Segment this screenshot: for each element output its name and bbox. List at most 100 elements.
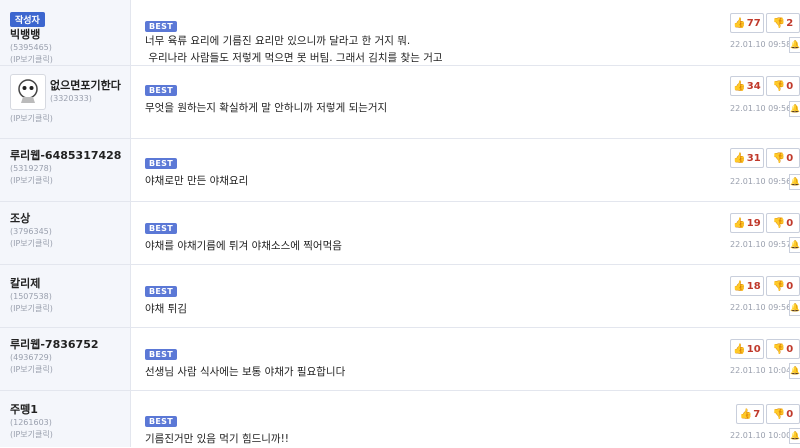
bell-icon[interactable]: 🔔 <box>789 363 800 379</box>
best-badge: BEST <box>145 349 177 360</box>
user-id: (5319278) <box>10 164 52 173</box>
author-nickname[interactable]: 없으면포기한다 <box>50 79 130 93</box>
thumbs-down-icon: 👎 <box>772 80 786 92</box>
user-id: (3796345) <box>10 227 52 236</box>
author-nickname[interactable]: 조상 <box>10 212 130 226</box>
user-id: (3320333) <box>50 94 92 103</box>
author-nickname[interactable]: 빅뱅뱅 <box>10 28 130 42</box>
ip-view-link[interactable]: (IP보기클릭) <box>10 429 130 441</box>
downvote-count: 0 <box>786 280 794 292</box>
downvote-button[interactable]: 👎 0 <box>766 76 800 96</box>
comment-row: 칼리제 (1507538) (IP보기클릭) BEST 야채 튀김 👍 18 👎… <box>0 265 800 328</box>
comment-body: BEST 선생님 사람 식사에는 보통 야채가 필요합니다 <box>131 328 728 390</box>
comment-author-panel: 없으면포기한다 (3320333) (IP보기클릭) <box>0 66 131 138</box>
author-nickname[interactable]: 칼리제 <box>10 277 130 291</box>
vote-panel: 👍 77 👎 2 22.01.10 09:58 🔔 <box>728 0 800 65</box>
vote-panel: 👍 18 👎 0 22.01.10 09:56 🔔 <box>728 265 800 327</box>
thumbs-down-icon: 👎 <box>772 343 786 355</box>
thumbs-up-icon: 👍 <box>733 217 746 229</box>
user-id: (4936729) <box>10 353 52 362</box>
comment-row: 작성자 빅뱅뱅 (5395465) (IP보기클릭) BEST 너무 육류 요리… <box>0 0 800 66</box>
comment-author-panel: 조상 (3796345) (IP보기클릭) <box>0 202 131 264</box>
vote-panel: 👍 19 👎 0 22.01.10 09:57 🔔 <box>728 202 800 264</box>
best-badge: BEST <box>145 21 177 32</box>
comment-timestamp: 22.01.10 10:04 <box>730 366 792 375</box>
comment-row: 조상 (3796345) (IP보기클릭) BEST 야채를 야채기름에 튀겨 … <box>0 202 800 265</box>
downvote-count: 0 <box>786 217 794 229</box>
upvote-button[interactable]: 👍 19 <box>730 213 764 233</box>
bell-icon[interactable]: 🔔 <box>789 428 800 444</box>
downvote-button[interactable]: 👎 0 <box>766 276 800 296</box>
comment-text: 선생님 사람 식사에는 보통 야채가 필요합니다 <box>145 366 346 378</box>
comment-row: 루리웹-6485317428 (5319278) (IP보기클릭) BEST 야… <box>0 139 800 202</box>
best-badge: BEST <box>145 416 177 427</box>
comment-text: 야채를 야채기름에 튀겨 야채소스에 찍어먹음 <box>145 240 342 252</box>
comment-body: BEST 너무 육류 요리에 기름진 요리만 있으니까 달라고 한 거지 뭐. … <box>131 0 728 65</box>
upvote-count: 10 <box>746 343 761 355</box>
comment-body: BEST 야채로만 만든 야채요리 <box>131 139 728 201</box>
upvote-count: 19 <box>746 217 761 229</box>
upvote-button[interactable]: 👍 77 <box>730 13 764 33</box>
downvote-button[interactable]: 👎 0 <box>766 148 800 168</box>
comment-timestamp: 22.01.10 09:56 <box>730 104 792 113</box>
comment-row: 주뗑1 (1261603) (IP보기클릭) BEST 기름진거만 있음 먹기 … <box>0 391 800 447</box>
downvote-button[interactable]: 👎 0 <box>766 339 800 359</box>
thumbs-up-icon: 👍 <box>733 17 746 29</box>
comment-timestamp: 22.01.10 09:58 <box>730 40 792 49</box>
upvote-button[interactable]: 👍 31 <box>730 148 764 168</box>
vote-panel: 👍 31 👎 0 22.01.10 09:56 🔔 <box>728 139 800 201</box>
thumbs-down-icon: 👎 <box>772 280 786 292</box>
comment-author-panel: 루리웹-7836752 (4936729) (IP보기클릭) <box>0 328 131 390</box>
bell-icon[interactable]: 🔔 <box>789 237 800 253</box>
ip-view-link[interactable]: (IP보기클릭) <box>10 364 130 376</box>
author-nickname[interactable]: 루리웹-6485317428 <box>10 149 130 163</box>
downvote-count: 2 <box>786 17 794 29</box>
comment-timestamp: 22.01.10 10:00 <box>730 431 792 440</box>
comment-body: BEST 기름진거만 있음 먹기 힘드니까!! <box>131 391 728 447</box>
best-badge: BEST <box>145 85 177 96</box>
thumbs-up-icon: 👍 <box>733 152 746 164</box>
comment-timestamp: 22.01.10 09:57 <box>730 240 792 249</box>
downvote-count: 0 <box>786 408 794 420</box>
avatar[interactable] <box>10 74 46 110</box>
downvote-button[interactable]: 👎 2 <box>766 13 800 33</box>
user-id: (1507538) <box>10 292 52 301</box>
comment-body: BEST 야채를 야채기름에 튀겨 야채소스에 찍어먹음 <box>131 202 728 264</box>
downvote-count: 0 <box>786 80 794 92</box>
downvote-button[interactable]: 👎 0 <box>766 213 800 233</box>
downvote-button[interactable]: 👎 0 <box>766 404 800 424</box>
best-badge: BEST <box>145 158 177 169</box>
thumbs-down-icon: 👎 <box>772 217 786 229</box>
upvote-count: 77 <box>746 17 761 29</box>
comment-list: 작성자 빅뱅뱅 (5395465) (IP보기클릭) BEST 너무 육류 요리… <box>0 0 800 447</box>
ip-view-link[interactable]: (IP보기클릭) <box>10 113 130 125</box>
ip-view-link[interactable]: (IP보기클릭) <box>10 238 130 250</box>
upvote-button[interactable]: 👍 18 <box>730 276 764 296</box>
author-nickname[interactable]: 주뗑1 <box>10 403 130 417</box>
thumbs-up-icon: 👍 <box>739 408 753 420</box>
upvote-button[interactable]: 👍 10 <box>730 339 764 359</box>
comment-row: 없으면포기한다 (3320333) (IP보기클릭) BEST 무엇을 원하는지… <box>0 66 800 139</box>
comment-text: 무엇을 원하는지 확실하게 말 안하니까 저렇게 되는거지 <box>145 102 388 114</box>
comment-text: 야채 튀김 <box>145 303 187 315</box>
author-nickname[interactable]: 루리웹-7836752 <box>10 338 130 352</box>
user-id: (5395465) <box>10 43 52 52</box>
bell-icon[interactable]: 🔔 <box>789 101 800 117</box>
upvote-button[interactable]: 👍 34 <box>730 76 764 96</box>
ip-view-link[interactable]: (IP보기클릭) <box>10 303 130 315</box>
bell-icon[interactable]: 🔔 <box>789 174 800 190</box>
comment-author-panel: 칼리제 (1507538) (IP보기클릭) <box>0 265 131 327</box>
thumbs-up-icon: 👍 <box>733 80 746 92</box>
ip-view-link[interactable]: (IP보기클릭) <box>10 175 130 187</box>
upvote-button[interactable]: 👍 7 <box>736 404 764 424</box>
ip-view-link[interactable]: (IP보기클릭) <box>10 54 130 66</box>
thumbs-down-icon: 👎 <box>772 17 786 29</box>
comment-author-panel: 작성자 빅뱅뱅 (5395465) (IP보기클릭) <box>0 0 131 65</box>
comment-timestamp: 22.01.10 09:56 <box>730 303 792 312</box>
vote-panel: 👍 10 👎 0 22.01.10 10:04 🔔 <box>728 328 800 390</box>
best-badge: BEST <box>145 286 177 297</box>
user-id: (1261603) <box>10 418 52 427</box>
bell-icon[interactable]: 🔔 <box>789 300 800 316</box>
comment-body: BEST 야채 튀김 <box>131 265 728 327</box>
bell-icon[interactable]: 🔔 <box>789 37 800 53</box>
